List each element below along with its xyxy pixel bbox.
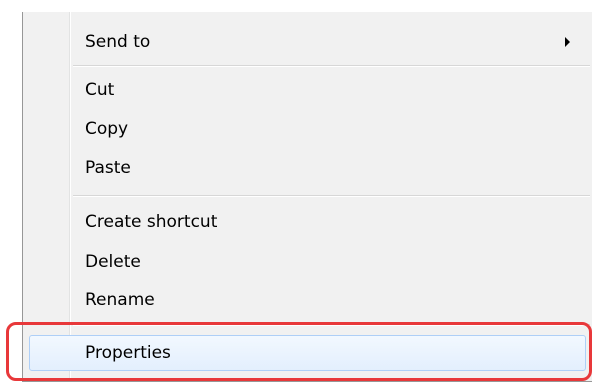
menu-item-cut[interactable]: Cut bbox=[23, 71, 592, 109]
menu-item-copy[interactable]: Copy bbox=[23, 110, 592, 148]
menu-item-label: Cut bbox=[85, 80, 115, 100]
menu-gutter-divider-highlight bbox=[70, 12, 71, 381]
menu-item-label: Send to bbox=[85, 32, 151, 52]
submenu-arrow-icon bbox=[565, 37, 570, 47]
menu-item-label: Create shortcut bbox=[85, 212, 218, 232]
menu-item-properties[interactable]: Properties bbox=[29, 334, 586, 372]
menu-separator bbox=[73, 65, 590, 67]
menu-item-label: Delete bbox=[85, 252, 141, 272]
menu-item-delete[interactable]: Delete bbox=[23, 243, 592, 281]
menu-item-send-to[interactable]: Send to bbox=[23, 23, 592, 61]
menu-item-label: Rename bbox=[85, 290, 155, 310]
menu-item-label: Copy bbox=[85, 119, 129, 139]
menu-item-label: Paste bbox=[85, 158, 131, 178]
menu-item-label: Properties bbox=[85, 343, 171, 363]
menu-item-paste[interactable]: Paste bbox=[23, 149, 592, 187]
menu-item-rename[interactable]: Rename bbox=[23, 281, 592, 319]
menu-separator bbox=[73, 324, 590, 326]
menu-item-create-shortcut[interactable]: Create shortcut bbox=[23, 203, 592, 241]
menu-separator bbox=[73, 195, 590, 197]
context-menu: Send to Cut Copy Paste Create shortcut D… bbox=[22, 12, 592, 382]
